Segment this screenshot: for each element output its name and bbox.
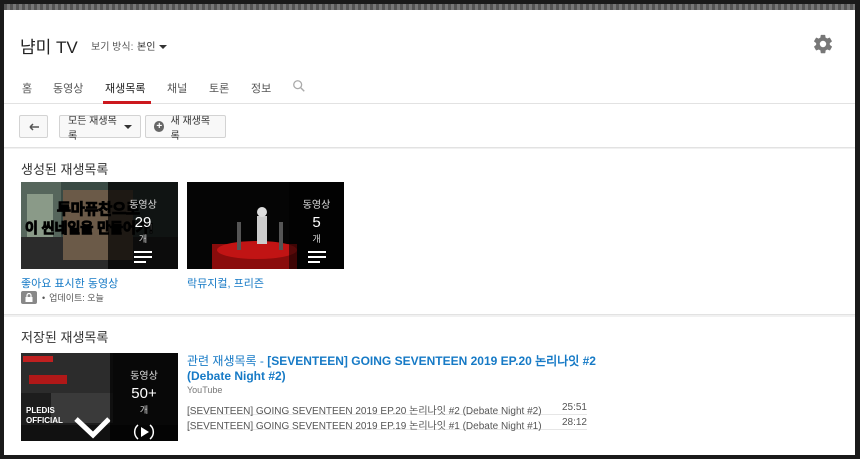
count-unit: 개	[138, 234, 148, 244]
video-title: [SEVENTEEN] GOING SEVENTEEN 2019 EP.19 논…	[187, 421, 542, 432]
section-title: 생성된 재생목록	[21, 162, 109, 177]
count-unit: 개	[139, 405, 149, 415]
playlist-icon	[134, 251, 152, 263]
playlist-title-prison[interactable]: 락뮤지컬, 프리즌	[187, 275, 264, 291]
playlist-thumbnail-seventeen[interactable]: PLEDIS OFFICIAL 동영상 50+ 개	[21, 353, 178, 441]
count-label: 동영상	[302, 200, 331, 211]
search-icon[interactable]	[292, 79, 306, 93]
back-arrow-icon	[28, 122, 39, 131]
playlist-toolbar: 모든 재생목록 + 새 재생목록	[4, 104, 855, 148]
tab-about[interactable]: 정보	[251, 80, 271, 96]
video-count: 5	[312, 214, 321, 231]
section-title: 저장된 재생목록	[21, 330, 109, 345]
saved-playlists-section: 저장된 재생목록 PLEDIS OFFICIAL 동영상 50+ 개 관련 재생…	[4, 317, 855, 455]
channel-tabs: 홈 동영상 재생목록 채널 토론 정보	[4, 73, 855, 104]
count-label: 동영상	[129, 200, 157, 211]
video-duration: 28:12	[561, 417, 587, 428]
saved-playlist-title[interactable]: 관련 재생목록 - [SEVENTEEN] GOING SEVENTEEN 20…	[187, 354, 607, 384]
playlist-video-row[interactable]: [SEVENTEEN] GOING SEVENTEEN 2019 EP.20 논…	[187, 400, 587, 417]
created-playlists-section: 생성된 재생목록 투마퓨찬으로 이 씬네일을 만들어가! 동영상 29 개 좋아…	[4, 149, 855, 315]
mix-playlist-icon	[133, 424, 155, 440]
plus-icon: +	[154, 121, 165, 132]
back-button[interactable]	[19, 115, 48, 138]
all-playlists-label: 모든 재생목록	[68, 115, 117, 142]
tab-discussion[interactable]: 토론	[209, 80, 229, 96]
youtube-channel-window: 냠미 TV 보기 방식: 본인 홈 동영상 재생목록 채널 토론 정보 모든 재…	[4, 4, 855, 455]
playlist-title-liked[interactable]: 좋아요 표시한 동영상	[21, 275, 118, 291]
video-count: 29	[134, 214, 152, 231]
view-as-label: 보기 방식:	[91, 42, 134, 53]
bullet-separator: •	[42, 292, 46, 303]
tab-playlists[interactable]: 재생목록	[105, 80, 145, 96]
video-count: 50+	[131, 385, 157, 402]
channel-header: 냠미 TV 보기 방식: 본인 홈 동영상 재생목록 채널 토론 정보	[4, 10, 855, 104]
playlist-count-overlay: 동영상 50+ 개	[110, 353, 178, 441]
saved-playlist-prefix: 관련 재생목록 -	[187, 354, 268, 368]
video-duration: 25:51	[561, 402, 587, 413]
new-playlist-button[interactable]: + 새 재생목록	[145, 115, 226, 142]
playlist-thumbnail-prison[interactable]: 동영상 5 개	[187, 182, 344, 269]
tab-videos[interactable]: 동영상	[53, 80, 83, 96]
lock-icon	[21, 291, 37, 304]
count-unit: 개	[312, 234, 321, 244]
chevron-down-icon	[159, 45, 168, 50]
new-playlist-label: 새 재생목록	[170, 115, 211, 142]
updated-text: 업데이트: 오늘	[49, 293, 104, 303]
channel-title[interactable]: 냠미 TV	[20, 33, 78, 58]
playlist-icon	[307, 251, 326, 263]
chevron-down-icon	[124, 124, 132, 129]
tab-home[interactable]: 홈	[22, 80, 32, 96]
view-as-value: 본인	[137, 42, 156, 53]
tab-channels[interactable]: 채널	[167, 80, 187, 96]
thumbnail-brand: PLEDIS OFFICIAL	[26, 406, 63, 425]
saved-playlist-owner: YouTube	[187, 385, 223, 395]
gear-icon[interactable]	[812, 33, 834, 55]
count-label: 동영상	[130, 371, 158, 382]
playlist-meta: • 업데이트: 오늘	[21, 291, 104, 304]
playlist-count-overlay: 동영상 29 개	[108, 182, 178, 269]
view-as-dropdown[interactable]: 본인	[137, 38, 168, 53]
playlist-video-row[interactable]: [SEVENTEEN] GOING SEVENTEEN 2019 EP.19 논…	[187, 415, 587, 432]
all-playlists-dropdown[interactable]: 모든 재생목록	[59, 115, 141, 142]
playlist-count-overlay: 동영상 5 개	[289, 182, 344, 269]
playlist-thumbnail-liked[interactable]: 투마퓨찬으로 이 씬네일을 만들어가! 동영상 29 개	[21, 182, 178, 269]
